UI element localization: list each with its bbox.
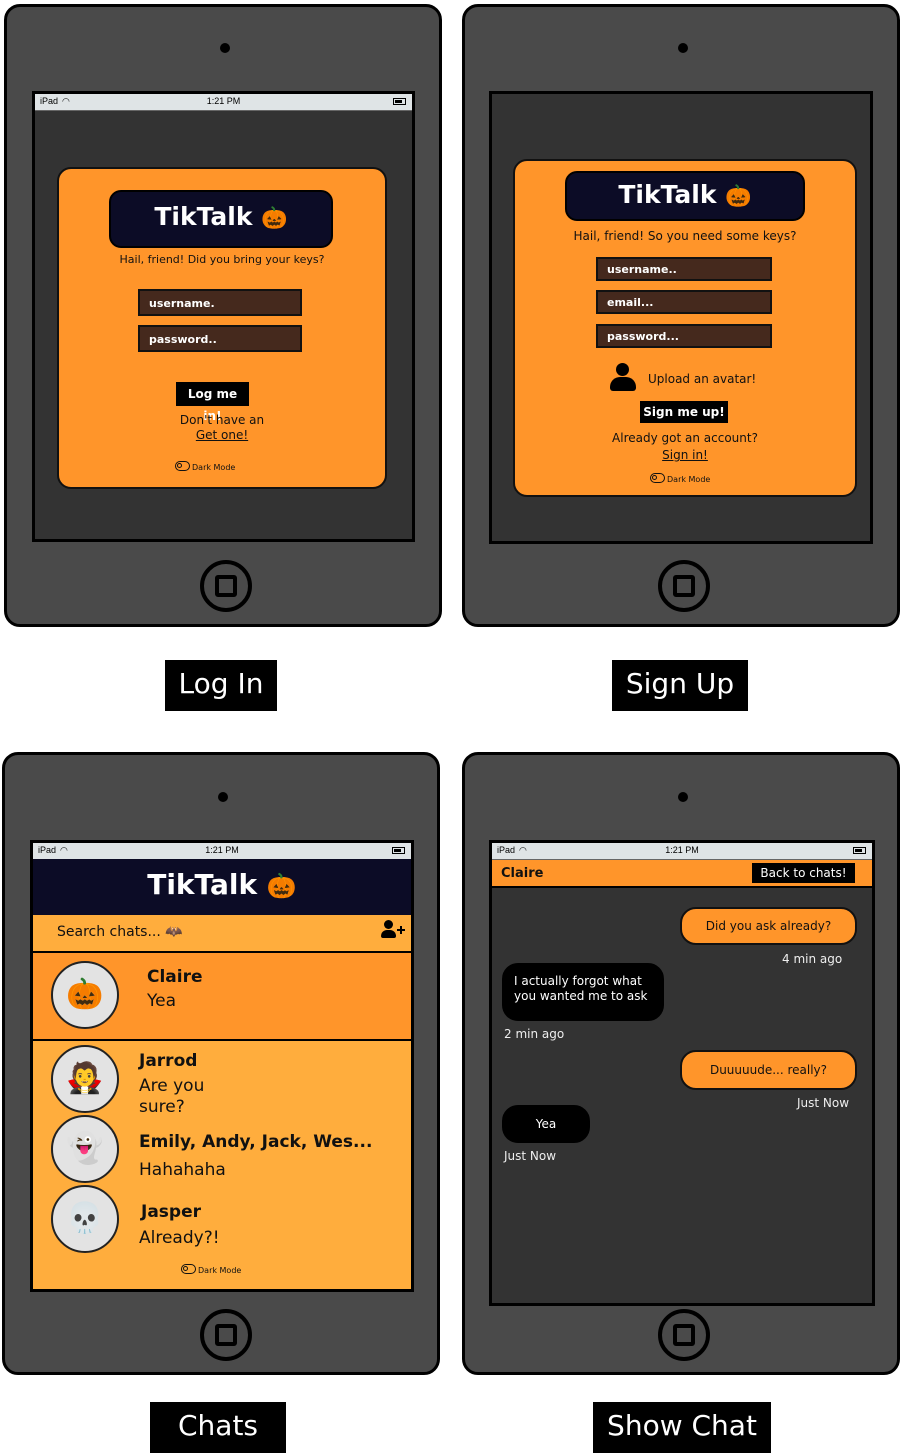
avatar: 🎃 — [51, 961, 119, 1029]
status-bar: iPad ◠ 1:21 PM — [492, 843, 872, 860]
caption-signup: Sign Up — [612, 660, 748, 711]
ipad-showchat: iPad ◠ 1:21 PM Claire Back to chats! Did … — [462, 752, 900, 1375]
chat-list-item[interactable]: 🧛 Jarrod Are you sure? — [33, 1043, 411, 1117]
login-card: TikTalk 🎃 Hail, friend! Did you bring yo… — [57, 167, 387, 489]
screen-chats: iPad ◠ 1:21 PM TikTalk 🎃 Search chats... … — [30, 840, 414, 1292]
brand-title: TikTalk — [618, 180, 717, 209]
chat-name: Claire — [147, 967, 203, 987]
chat-name: Emily, Andy, Jack, Wes... — [139, 1132, 373, 1152]
screen-showchat: iPad ◠ 1:21 PM Claire Back to chats! Did … — [489, 840, 875, 1306]
home-button[interactable] — [658, 1309, 710, 1361]
camera-dot — [220, 43, 230, 53]
search-bar: Search chats... 🦇 — [33, 915, 411, 953]
ipad-login: iPad ◠ 1:21 PM TikTalk 🎃 Hail, friend! Di… — [4, 4, 442, 627]
signup-card: TikTalk 🎃 Hail, friend! So you need some… — [513, 159, 857, 497]
dark-mode-label: Dark Mode — [667, 475, 711, 484]
back-to-chats-button[interactable]: Back to chats! — [752, 863, 855, 883]
dark-mode-toggle[interactable]: Dark Mode — [181, 1264, 241, 1275]
brand-banner: TikTalk 🎃 — [109, 190, 333, 248]
battery-icon — [393, 98, 406, 105]
pumpkin-icon: 🎃 — [266, 872, 297, 900]
chat-last-message: Yea — [147, 991, 177, 1011]
username-input[interactable]: username.. — [596, 257, 772, 281]
upload-avatar-label[interactable]: Upload an avatar! — [648, 372, 756, 386]
chat-list-item[interactable]: 🎃 Claire Yea — [33, 953, 411, 1041]
avatar-upload-icon[interactable] — [610, 363, 636, 391]
sign-in-link[interactable]: Sign in! — [515, 448, 855, 462]
dark-mode-label: Dark Mode — [192, 463, 236, 472]
app-header: TikTalk 🎃 — [33, 859, 411, 917]
chat-last-message: Already?! — [139, 1228, 220, 1248]
received-message: I actually forgot what you wanted me to … — [502, 963, 664, 1021]
no-account-text: Don't have an — [179, 413, 265, 427]
toggle-icon — [181, 1264, 196, 1274]
message-time: 4 min ago — [782, 952, 843, 966]
signup-button[interactable]: Sign me up! — [640, 401, 728, 423]
caption-showchat: Show Chat — [593, 1402, 771, 1453]
avatar: 💀 — [51, 1185, 119, 1253]
password-input[interactable]: password... — [596, 324, 772, 348]
screen-signup: TikTalk 🎃 Hail, friend! So you need some… — [489, 91, 873, 544]
avatar: 👻 — [51, 1115, 119, 1183]
pumpkin-icon: 🎃 — [725, 184, 752, 209]
contact-name: Claire — [501, 866, 544, 881]
ipad-signup: TikTalk 🎃 Hail, friend! So you need some… — [462, 4, 900, 627]
message-time: Just Now — [797, 1096, 850, 1110]
chat-list-item[interactable]: 👻 Emily, Andy, Jack, Wes... Hahahaha — [33, 1115, 411, 1185]
chat-name: Jarrod — [139, 1051, 198, 1071]
message-time: Just Now — [504, 1149, 557, 1163]
chat-last-message: Are you sure? — [139, 1076, 205, 1117]
signup-tagline: Hail, friend! So you need some keys? — [573, 229, 797, 243]
pumpkin-icon: 🎃 — [261, 206, 288, 231]
screen-login: iPad ◠ 1:21 PM TikTalk 🎃 Hail, friend! Di… — [32, 91, 415, 542]
camera-dot — [218, 792, 228, 802]
login-tagline: Hail, friend! Did you bring your keys? — [119, 253, 325, 266]
sent-message: Did you ask already? — [680, 907, 857, 945]
add-user-icon[interactable] — [381, 920, 405, 942]
password-input[interactable]: password.. — [138, 325, 302, 352]
email-input[interactable]: email... — [596, 290, 772, 314]
status-bar: iPad ◠ 1:21 PM — [33, 843, 411, 860]
message-time: 2 min ago — [504, 1027, 565, 1041]
battery-icon — [853, 847, 866, 854]
caption-chats: Chats — [150, 1402, 286, 1453]
avatar: 🧛 — [51, 1045, 119, 1113]
dark-mode-toggle[interactable]: Dark Mode — [175, 461, 235, 472]
get-one-link[interactable]: Get one! — [59, 428, 385, 442]
caption-login: Log In — [165, 660, 277, 711]
battery-icon — [392, 847, 405, 854]
chat-list-item[interactable]: 💀 Jasper Already?! — [33, 1185, 411, 1255]
received-message: Yea — [502, 1105, 590, 1143]
status-time: 1:21 PM — [665, 845, 699, 855]
brand-title: TikTalk — [147, 868, 258, 901]
camera-dot — [678, 43, 688, 53]
sent-message: Duuuuude... really? — [680, 1050, 857, 1090]
chat-last-message: Hahahaha — [139, 1160, 226, 1180]
home-button[interactable] — [658, 560, 710, 612]
home-button[interactable] — [200, 1309, 252, 1361]
home-button[interactable] — [200, 560, 252, 612]
ipad-chats: iPad ◠ 1:21 PM TikTalk 🎃 Search chats... … — [2, 752, 440, 1375]
chat-name: Jasper — [141, 1202, 201, 1222]
status-time: 1:21 PM — [206, 96, 241, 106]
status-bar: iPad ◠ 1:21 PM — [35, 94, 412, 111]
dark-mode-label: Dark Mode — [198, 1266, 242, 1275]
toggle-icon — [650, 473, 665, 483]
login-button[interactable]: Log me in! — [176, 382, 249, 423]
toggle-icon — [175, 461, 190, 471]
dark-mode-toggle[interactable]: Dark Mode — [650, 473, 710, 484]
already-text: Already got an account? — [612, 431, 758, 445]
status-time: 1:21 PM — [205, 845, 239, 855]
brand-banner: TikTalk 🎃 — [565, 171, 805, 221]
username-input[interactable]: username. — [138, 289, 302, 316]
search-input[interactable]: Search chats... 🦇 — [57, 924, 183, 940]
camera-dot — [678, 792, 688, 802]
brand-title: TikTalk — [154, 202, 253, 231]
chat-header: Claire Back to chats! — [492, 860, 872, 888]
